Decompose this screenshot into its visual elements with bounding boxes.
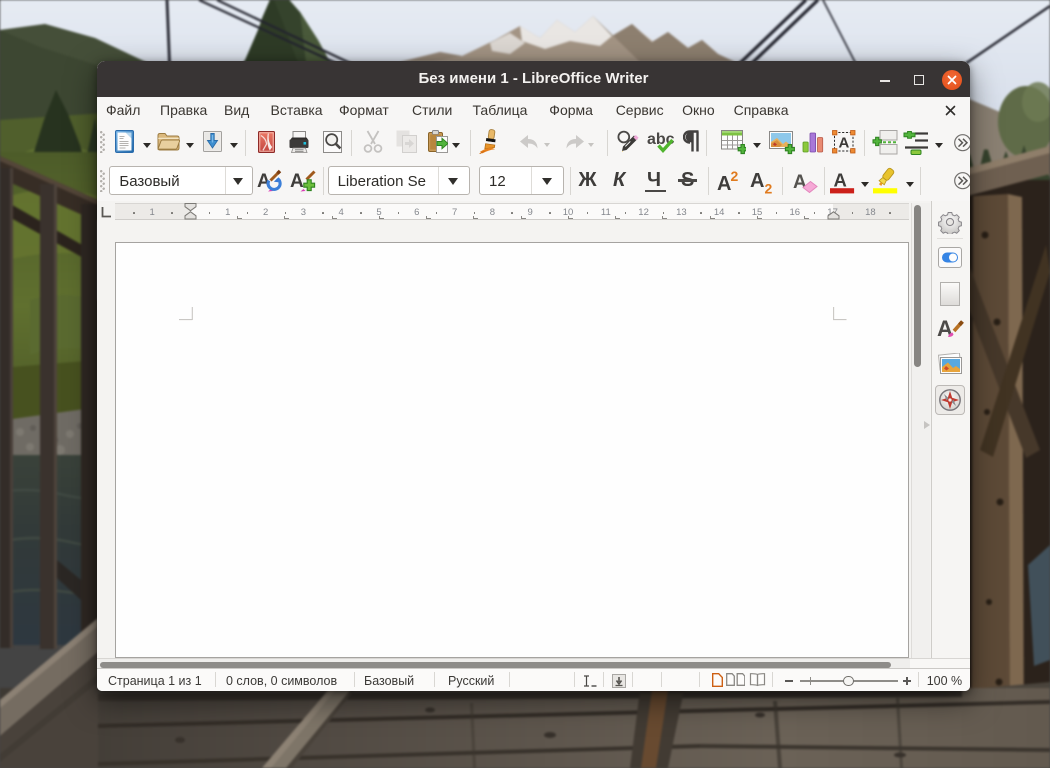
svg-text:abc: abc [647,131,675,148]
svg-text:A: A [793,172,807,193]
svg-text:2: 2 [731,168,739,184]
svg-text:A: A [290,171,304,192]
svg-text:A: A [834,170,847,191]
svg-text:A: A [937,316,953,341]
svg-text:2: 2 [765,181,773,195]
svg-text:A: A [717,173,731,194]
svg-text:A: A [838,135,849,152]
svg-text:A: A [750,170,764,192]
